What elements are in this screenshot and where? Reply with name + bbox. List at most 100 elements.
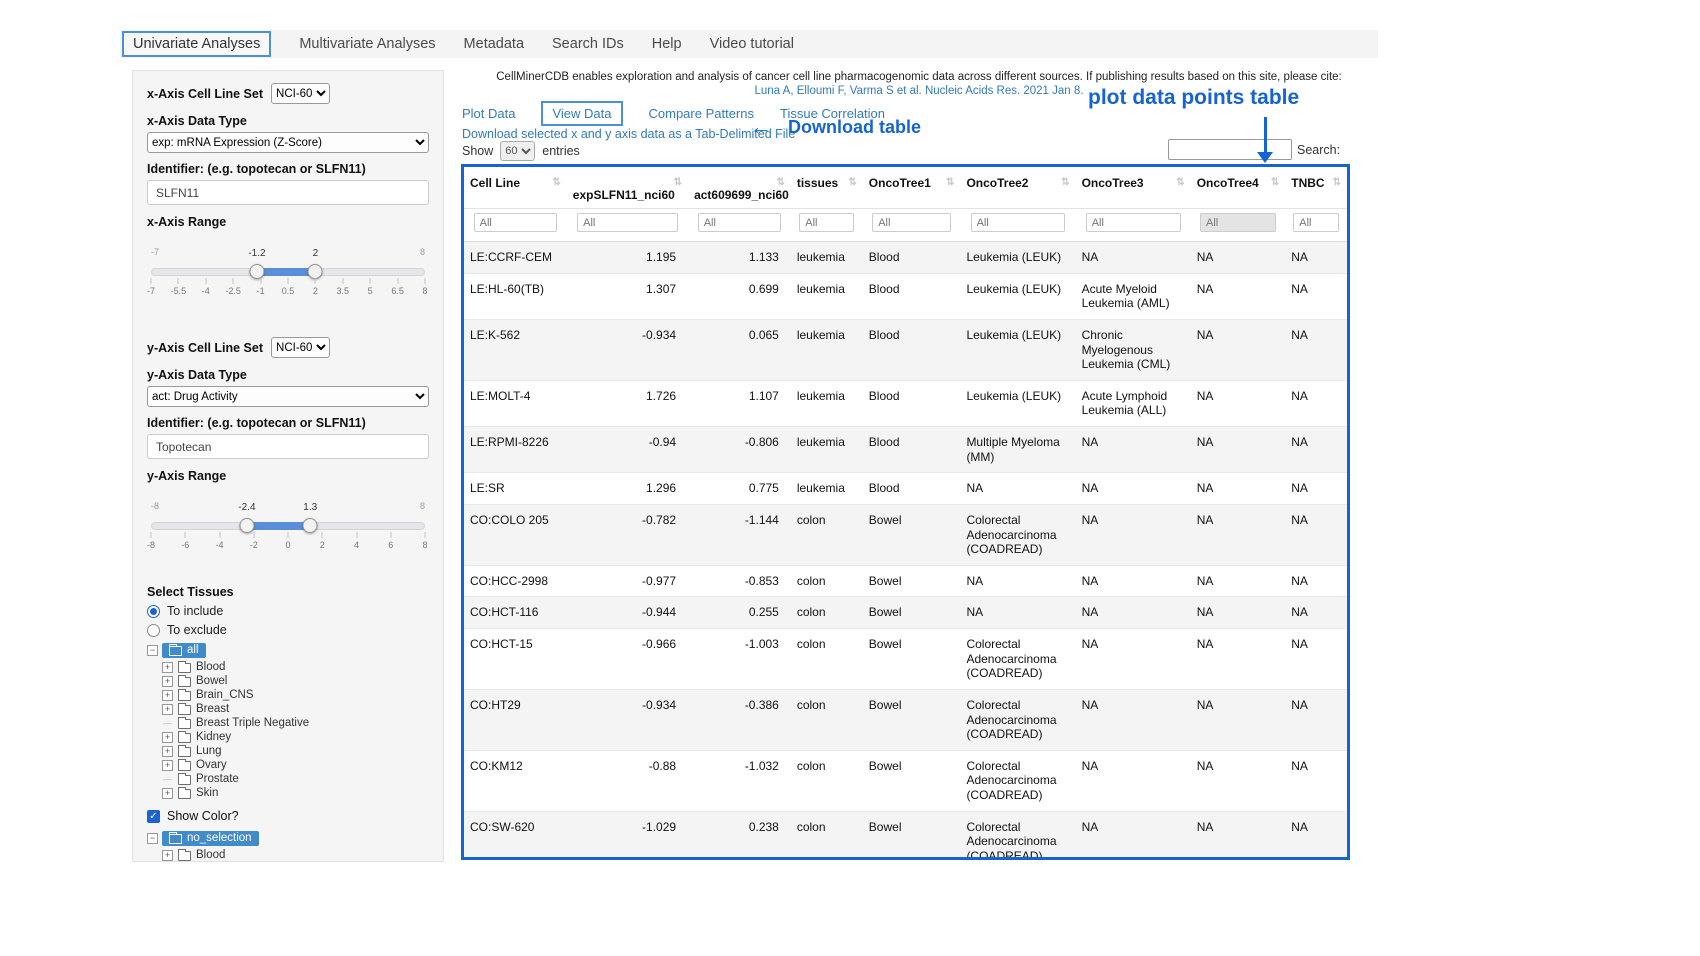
tree-item-kidney[interactable]: +Kidney: [162, 731, 429, 743]
column-header-oncotree3[interactable]: ⇅OncoTree3: [1076, 167, 1191, 209]
exclude-radio[interactable]: [147, 624, 160, 637]
entries-per-page-select[interactable]: 60: [500, 141, 535, 161]
sort-icon[interactable]: ⇅: [1061, 177, 1069, 188]
tree-leaf-dash-icon: —: [162, 774, 173, 784]
tree-item-skin[interactable]: +Skin: [162, 787, 429, 799]
tree-root-row-no-selection: −no_selection: [147, 831, 429, 846]
nav-tab-univariate-analyses[interactable]: Univariate Analyses: [122, 31, 271, 57]
sort-icon[interactable]: ⇅: [848, 177, 856, 188]
table-row[interactable]: LE:MOLT-41.7261.107leukemiaBloodLeukemia…: [464, 380, 1347, 426]
cell-oncotree2: Colorectal Adenocarcinoma (COADREAD): [960, 629, 1075, 690]
expand-icon[interactable]: +: [162, 760, 173, 771]
table-row[interactable]: LE:CCRF-CEM1.1951.133leukemiaBloodLeukem…: [464, 242, 1347, 274]
column-header-act609699-nci60[interactable]: ⇅act609699_nci60: [688, 167, 791, 209]
cell-tissues: leukemia: [791, 427, 863, 473]
tab-compare-patterns[interactable]: Compare Patterns: [649, 106, 755, 121]
nav-tab-metadata[interactable]: Metadata: [464, 36, 524, 52]
table-row[interactable]: CO:HCT-15-0.966-1.003colonBowelColorecta…: [464, 629, 1347, 690]
sort-icon[interactable]: ⇅: [674, 177, 682, 188]
sort-icon[interactable]: ⇅: [1333, 177, 1341, 188]
expand-icon[interactable]: +: [162, 732, 173, 743]
tree-item-bowel[interactable]: +Bowel: [162, 675, 429, 687]
tree-item-breast-triple-negative[interactable]: —Breast Triple Negative: [162, 717, 429, 729]
tree-item-brain-cns[interactable]: +Brain_CNS: [162, 689, 429, 701]
slider-tick: [397, 278, 398, 284]
column-filter-input-tnbc[interactable]: [1293, 213, 1339, 232]
collapse-icon[interactable]: −: [147, 645, 158, 656]
expand-icon[interactable]: +: [162, 690, 173, 701]
sort-icon[interactable]: ⇅: [946, 177, 954, 188]
nav-tab-help[interactable]: Help: [652, 36, 682, 52]
column-filter-input-oncotree3[interactable]: [1086, 213, 1181, 232]
tree-item-lung[interactable]: +Lung: [162, 745, 429, 757]
x-data-type-select[interactable]: exp: mRNA Expression (Z-Score): [147, 132, 429, 153]
sort-icon[interactable]: ⇅: [552, 177, 560, 188]
column-header-tissues[interactable]: ⇅tissues: [791, 167, 863, 209]
show-color-checkbox[interactable]: ✓: [147, 810, 160, 823]
y-range-slider[interactable]: -88-2.41.3-8-6-4-202468: [151, 501, 425, 559]
y-cell-line-set-select[interactable]: NCI-60: [271, 337, 330, 358]
tree-item-ovary[interactable]: +Ovary: [162, 759, 429, 771]
expand-icon[interactable]: +: [162, 704, 173, 715]
slider-handle-to[interactable]: [303, 518, 318, 533]
tree-item-blood[interactable]: +Blood: [162, 849, 429, 861]
tree-root-all[interactable]: all: [162, 643, 206, 658]
x-range-slider[interactable]: -78-1.22-7-5.5-4-2.5-10.523.556.58: [151, 247, 425, 305]
table-row[interactable]: LE:SR1.2960.775leukemiaBloodNANANANA: [464, 473, 1347, 505]
cell-oncotree3: NA: [1076, 565, 1191, 597]
expand-icon[interactable]: +: [162, 850, 173, 861]
table-row[interactable]: CO:HT29-0.934-0.386colonBowelColorectal …: [464, 689, 1347, 750]
column-header-cell-line[interactable]: ⇅Cell Line: [464, 167, 567, 209]
column-filter-input-oncotree1[interactable]: [872, 213, 951, 232]
tab-view-data[interactable]: View Data: [541, 101, 622, 126]
column-header-oncotree1[interactable]: ⇅OncoTree1: [863, 167, 961, 209]
column-filter-input-act609699-nci60[interactable]: [698, 213, 782, 232]
table-row[interactable]: CO:COLO 205-0.782-1.144colonBowelColorec…: [464, 504, 1347, 565]
collapse-icon[interactable]: −: [147, 833, 158, 844]
column-header-oncotree4[interactable]: ⇅OncoTree4: [1191, 167, 1286, 209]
nav-tab-search-ids[interactable]: Search IDs: [552, 36, 624, 52]
column-filter-input-oncotree4[interactable]: [1200, 213, 1276, 232]
download-annotation-arrow-icon: ←: [750, 116, 772, 138]
y-data-type-select[interactable]: act: Drug Activity: [147, 386, 429, 407]
tree-item-prostate[interactable]: —Prostate: [162, 773, 429, 785]
column-filter-input-cell-line[interactable]: [474, 213, 558, 232]
tree-root-no-selection[interactable]: no_selection: [162, 831, 259, 846]
table-row[interactable]: LE:RPMI-8226-0.94-0.806leukemiaBloodMult…: [464, 427, 1347, 473]
tab-plot-data[interactable]: Plot Data: [462, 106, 515, 121]
include-radio[interactable]: [147, 605, 160, 618]
expand-icon[interactable]: +: [162, 662, 173, 673]
tree-item-breast[interactable]: +Breast: [162, 703, 429, 715]
sort-icon[interactable]: ⇅: [776, 177, 784, 188]
column-header-expslfn11-nci60[interactable]: ⇅expSLFN11_nci60: [567, 167, 688, 209]
tree-item-blood[interactable]: +Blood: [162, 661, 429, 673]
expand-icon[interactable]: +: [162, 788, 173, 799]
nav-tab-multivariate-analyses[interactable]: Multivariate Analyses: [299, 36, 435, 52]
slider-handle-to[interactable]: [308, 264, 323, 279]
x-cell-line-set-select[interactable]: NCI-60: [271, 83, 330, 104]
table-row[interactable]: CO:SW-620-1.0290.238colonBowelColorectal…: [464, 811, 1347, 860]
column-filter-input-tissues[interactable]: [799, 213, 854, 232]
sort-icon[interactable]: ⇅: [1271, 177, 1279, 188]
table-row[interactable]: CO:HCC-2998-0.977-0.853colonBowelNANANAN…: [464, 565, 1347, 597]
download-tab-delimited-link[interactable]: Download selected x and y axis data as a…: [462, 127, 795, 141]
expand-icon[interactable]: +: [162, 676, 173, 687]
table-row[interactable]: LE:K-562-0.9340.065leukemiaBloodLeukemia…: [464, 319, 1347, 380]
column-filter-input-expslfn11-nci60[interactable]: [577, 213, 678, 232]
slider-handle-from[interactable]: [249, 264, 264, 279]
table-row[interactable]: CO:KM12-0.88-1.032colonBowelColorectal A…: [464, 750, 1347, 811]
x-identifier-input[interactable]: [147, 180, 429, 205]
slider-tick-label: -2: [250, 540, 258, 550]
table-row[interactable]: CO:HCT-116-0.9440.255colonBowelNANANANA: [464, 597, 1347, 629]
slider-handle-from[interactable]: [239, 518, 254, 533]
column-filter-input-oncotree2[interactable]: [971, 213, 1066, 232]
slider-tick-label: 4: [354, 540, 359, 550]
column-header-oncotree2[interactable]: ⇅OncoTree2: [960, 167, 1075, 209]
sort-icon[interactable]: ⇅: [1176, 177, 1184, 188]
expand-icon[interactable]: +: [162, 746, 173, 757]
column-header-tnbc[interactable]: ⇅TNBC: [1285, 167, 1347, 209]
nav-tab-video-tutorial[interactable]: Video tutorial: [710, 36, 794, 52]
table-row[interactable]: LE:HL-60(TB)1.3070.699leukemiaBloodLeuke…: [464, 273, 1347, 319]
y-identifier-input[interactable]: [147, 434, 429, 459]
table-search-input[interactable]: [1168, 139, 1292, 160]
